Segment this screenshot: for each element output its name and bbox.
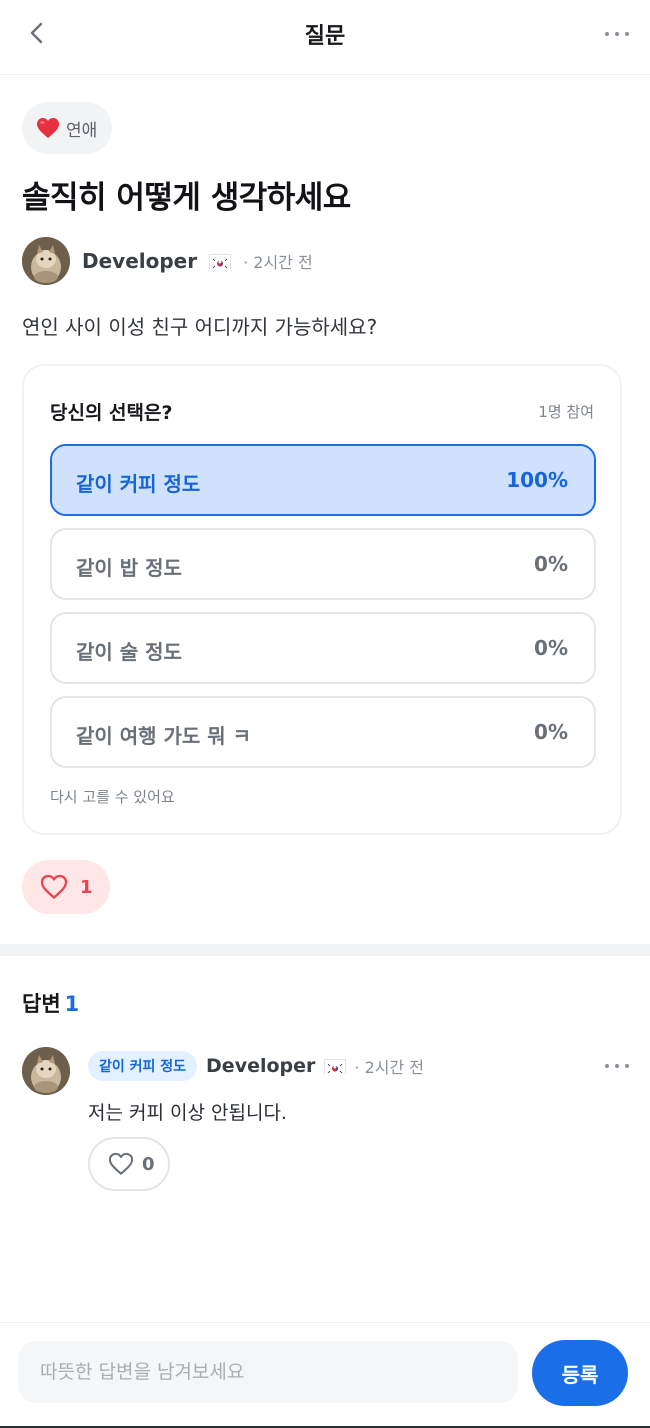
poll-participants: 1명 참여 [538,403,594,421]
answer-timestamp: · 2시간 전 [354,1058,424,1077]
section-divider [0,944,650,956]
poll-note: 다시 고를 수 있어요 [50,788,175,806]
answer-choice-badge: 같이 커피 정도 [88,1051,198,1081]
flag-icon [209,253,232,270]
poll-option-percent: 0% [534,720,568,744]
poll-question: 당신의 선택은? [50,402,173,424]
category-chip[interactable]: 연애 [22,102,112,154]
poll-option-percent: 100% [506,468,568,492]
reply-input[interactable] [18,1341,518,1403]
answers-heading: 답변 1 [22,988,79,1018]
heart-icon [108,1152,134,1175]
answer-like-count: 0 [142,1153,155,1175]
post-title: 솔직히 어떻게 생각하세요 [22,180,351,216]
category-label: 연애 [66,120,98,141]
page-title: 질문 [304,24,346,49]
post-body: 연인 사이 이성 친구 어디까지 가능하세요? [22,315,378,339]
answer-avatar[interactable] [22,1047,70,1095]
author-name: Developer [82,249,198,273]
answer-author-name: Developer [206,1055,316,1077]
poll-card: 당신의 선택은? 1명 참여 같이 커피 정도 100% 같이 밥 정도 0% … [22,364,622,835]
poll-option-label: 같이 밥 정도 [76,556,182,580]
more-dots-icon [605,1064,629,1068]
poll-option[interactable]: 같이 밥 정도 0% [50,528,596,600]
poll-option[interactable]: 같이 커피 정도 100% [50,444,596,516]
post-timestamp: · 2시간 전 [243,253,313,272]
answer-more-button[interactable] [602,1054,632,1078]
answer-text: 저는 커피 이상 안됩니다. [88,1102,287,1124]
poll-option[interactable]: 같이 여행 가도 뭐 ㅋ 0% [50,696,596,768]
answer-meta: 같이 커피 정도 Developer · 2시간 전 [88,1051,424,1081]
submit-button[interactable]: 등록 [532,1340,628,1406]
heart-icon [40,874,68,899]
answers-count: 1 [64,992,80,1016]
poll-option-percent: 0% [534,552,568,576]
reply-composer: 등록 [0,1322,650,1428]
avatar[interactable] [22,237,70,285]
poll-option-label: 같이 커피 정도 [76,472,201,496]
flag-icon [324,1058,347,1075]
poll-option[interactable]: 같이 술 정도 0% [50,612,596,684]
heart-emoji-icon [37,118,59,138]
poll-option-label: 같이 술 정도 [76,640,182,664]
answers-heading-label: 답변 [22,992,61,1016]
post-like-count: 1 [80,876,93,898]
answer-like-button[interactable]: 0 [88,1137,170,1191]
poll-option-percent: 0% [534,636,568,660]
more-dots-icon [605,32,629,36]
post-like-button[interactable]: 1 [22,860,110,914]
post-author: Developer · 2시간 전 [22,237,313,285]
top-bar: 질문 [0,0,650,75]
more-options-button[interactable] [602,22,632,46]
poll-option-label: 같이 여행 가도 뭐 ㅋ [76,724,252,748]
